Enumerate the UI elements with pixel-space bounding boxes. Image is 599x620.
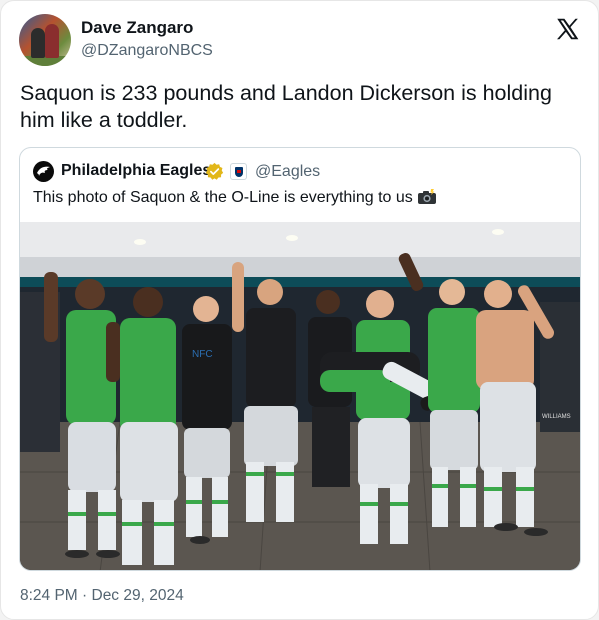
quoted-avatar[interactable] (33, 161, 54, 182)
eagles-logo-icon (37, 166, 50, 176)
shirt-print: NFC (192, 349, 213, 360)
quoted-author-name[interactable]: Philadelphia Eagles (61, 162, 211, 180)
team-locker-room-photo[interactable]: NFC WILLIAMS (20, 222, 581, 571)
tweet-timestamp[interactable]: 8:24 PM · Dec 29, 2024 (20, 587, 184, 605)
gold-verified-icon (205, 162, 224, 180)
locker-nameplate: WILLIAMS (542, 414, 571, 420)
quoted-tweet-text: This photo of Saquon & the O-Line is eve… (33, 189, 437, 207)
quoted-tweet[interactable]: Philadelphia Eagles @Eagles This photo o… (19, 147, 581, 571)
author-avatar[interactable] (19, 14, 71, 66)
quoted-author-handle[interactable]: @Eagles (255, 163, 320, 181)
quoted-tweet-text-content: This photo of Saquon & the O-Line is eve… (33, 189, 413, 206)
author-handle[interactable]: @DZangaroNBCS (81, 42, 213, 60)
nfl-shield-icon (230, 163, 247, 180)
tweet-card: Dave Zangaro @DZangaroNBCS Saquon is 233… (0, 0, 599, 620)
tweet-text: Saquon is 233 pounds and Landon Dickerso… (20, 81, 552, 132)
camera-with-flash-icon (417, 189, 436, 204)
x-logo-icon[interactable] (554, 16, 580, 42)
author-name[interactable]: Dave Zangaro (81, 18, 193, 38)
